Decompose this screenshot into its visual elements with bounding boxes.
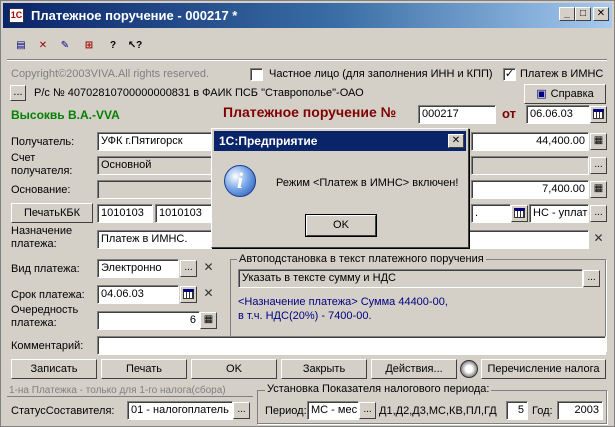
year-label: Год: <box>532 405 553 417</box>
calendar-icon <box>593 109 604 119</box>
doc-title: Платежное поручение № <box>223 104 397 120</box>
payment-type-input[interactable]: Электронно <box>97 259 179 278</box>
print-kbk-button[interactable]: ПечатьКБК <box>11 203 93 223</box>
info-icon: i <box>224 165 256 197</box>
kbk-code-2[interactable]: 1010103 <box>155 204 217 223</box>
doc-date-input[interactable]: 06.06.03 <box>526 105 590 124</box>
app-icon: 1C <box>9 8 24 23</box>
kbk-code-1[interactable]: 1010103 <box>97 204 153 223</box>
basis-input[interactable] <box>97 180 217 199</box>
pointer-help-icon[interactable]: ↖? <box>127 39 143 53</box>
basis-label: Основание: <box>11 184 71 196</box>
due-date-label: Срок платежа: <box>11 289 85 301</box>
payment-type-select[interactable]: ... <box>180 260 197 277</box>
due-date-calendar[interactable] <box>180 286 197 303</box>
period-group-title: Установка Показателя налогового периода: <box>265 383 492 395</box>
doc-icon[interactable]: ▤ <box>13 39 29 53</box>
dialog-title-bar[interactable]: 1С:Предприятие ✕ <box>214 131 466 151</box>
save-button[interactable]: Записать <box>11 359 97 379</box>
calculator-button[interactable]: ▦ <box>590 133 607 150</box>
imns-payment-label: Платеж в ИМНС <box>520 68 604 80</box>
private-person-checkbox[interactable] <box>250 68 263 81</box>
help-button[interactable]: ▣ Справка <box>524 84 606 104</box>
doc-number-input[interactable]: 000217 <box>418 105 496 124</box>
year-input[interactable]: 2003 <box>557 401 603 420</box>
recipient-label: Получатель: <box>11 136 75 148</box>
dialog-title: 1С:Предприятие <box>219 134 318 148</box>
account-label: Счет получателя: <box>11 152 73 177</box>
auto-substitution-select[interactable]: Указать в тексте сумму и НДС <box>238 269 583 288</box>
preview-line-2: в т.ч. НДС(20%) - 7400-00. <box>238 310 372 322</box>
struct-icon[interactable]: ⊞ <box>81 39 97 53</box>
kbk-code-3[interactable]: . <box>471 204 511 223</box>
info-dialog: 1С:Предприятие ✕ i Режим <Платеж в ИМНС>… <box>211 128 469 248</box>
help-icon[interactable]: ? <box>105 39 121 53</box>
dialog-message: Режим <Платеж в ИМНС> включен! <box>276 177 459 189</box>
nds-payment-input[interactable]: НС - уплата <box>529 204 589 223</box>
amount-input[interactable]: 44,400.00 <box>471 132 589 151</box>
account-line: Р/с № 40702810700000000831 в ФАИК ПСБ "С… <box>34 87 364 99</box>
due-date-clear[interactable]: ✕ <box>201 286 216 303</box>
status-select[interactable]: ... <box>233 402 250 419</box>
minimize-button[interactable]: _ <box>559 7 575 21</box>
nds-calculator-button[interactable]: ▦ <box>590 181 607 198</box>
period-codes: Д1,Д2,Д3,МС,КВ,ПЛ,ГД <box>379 405 497 417</box>
author-label: Высоквь В.А.-VVA <box>11 108 120 122</box>
footer-divider <box>7 396 253 397</box>
book-icon: ▣ <box>536 88 547 100</box>
account-input-right[interactable] <box>471 156 589 175</box>
status-input[interactable]: 01 - налогоплатель <box>127 401 233 420</box>
purpose-label: Назначение платежа: <box>11 225 73 250</box>
priority-calculator[interactable]: ▦ <box>200 312 217 329</box>
copyright-text: Copyright©2003VIVA.All rights reserved. <box>11 68 210 80</box>
calendar-button[interactable] <box>590 106 607 123</box>
account-select-button[interactable]: ... <box>10 85 26 101</box>
account-select-right[interactable]: ... <box>590 157 607 174</box>
status-label: СтатусСоставителя: <box>11 405 115 417</box>
dialog-ok-button[interactable]: OK <box>305 214 377 237</box>
priority-input[interactable]: 6 <box>97 311 200 330</box>
priority-label: Очередность платежа: <box>11 304 79 329</box>
comment-input[interactable] <box>97 336 606 355</box>
title-bar[interactable]: 1C Платежное поручение - 000217 * _ □ ✕ <box>3 3 612 28</box>
tax-transfer-button[interactable]: Перечисление налога <box>481 359 606 379</box>
nds-amount-input[interactable]: 7,400.00 <box>471 180 589 199</box>
account-input[interactable]: Основной <box>97 156 217 175</box>
auto-substitution-dropdown[interactable]: ... <box>583 270 600 287</box>
calendar-icon <box>514 208 525 218</box>
period-select[interactable]: ... <box>359 402 376 419</box>
purpose-clear-button[interactable]: ✕ <box>591 231 606 248</box>
date-from-label: от <box>502 106 516 121</box>
period-label: Период: <box>265 405 307 417</box>
edit-icon[interactable]: ✎ <box>57 39 73 53</box>
delete-icon[interactable]: ✕ <box>35 39 51 53</box>
close-form-button[interactable]: Закрыть <box>281 359 367 379</box>
dialog-close-button[interactable]: ✕ <box>448 134 464 148</box>
kbk-calendar-button[interactable] <box>511 205 528 222</box>
imns-payment-checkbox[interactable]: ✓ <box>503 68 516 81</box>
nds-payment-select[interactable]: ... <box>590 205 607 222</box>
private-person-label: Частное лицо (для заполнения ИНН и КПП) <box>269 68 493 80</box>
preview-line-1: <Назначение платежа> Сумма 44400-00, <box>238 296 448 308</box>
print-button[interactable]: Печать <box>101 359 187 379</box>
ok-button[interactable]: OK <box>191 359 277 379</box>
period-number-input[interactable]: 5 <box>506 401 528 420</box>
payment-order-window: 1C Платежное поручение - 000217 * _ □ ✕ … <box>0 0 615 427</box>
calendar-icon <box>183 289 194 299</box>
payment-type-clear[interactable]: ✕ <box>201 260 216 277</box>
gear-icon[interactable] <box>460 360 478 378</box>
due-date-input[interactable]: 04.06.03 <box>97 285 179 304</box>
window-title: Платежное поручение - 000217 * <box>31 8 238 23</box>
close-button[interactable]: ✕ <box>593 7 609 21</box>
period-input[interactable]: МС - мес <box>307 401 359 420</box>
maximize-button[interactable]: □ <box>575 7 591 21</box>
actions-button[interactable]: Действия... <box>371 359 457 379</box>
comment-label: Комментарий: <box>11 340 84 352</box>
recipient-input[interactable]: УФК г.Пятигорск <box>97 132 217 151</box>
auto-substitution-title: Автоподстановка в текст платежного поруч… <box>237 253 486 265</box>
payment-type-label: Вид платежа: <box>11 263 80 275</box>
toolbar-divider <box>7 59 607 61</box>
